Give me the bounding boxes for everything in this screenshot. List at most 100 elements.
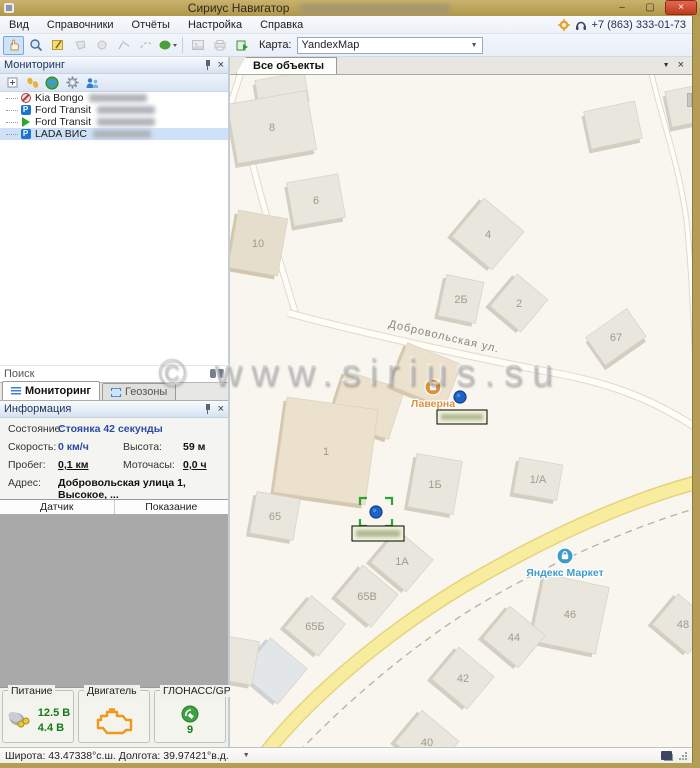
building-number: 42: [457, 673, 469, 685]
gps-legend: ГЛОНАСС/GPS: [160, 685, 241, 697]
vehicle-row-lada-vis[interactable]: P LADA ВИС: [0, 128, 228, 140]
monitoring-panel: Мониторинг ×: [0, 57, 230, 747]
tree-line: [6, 122, 18, 123]
tab-monitoring[interactable]: Мониторинг: [2, 381, 100, 400]
vehicle-offline-icon: [20, 93, 31, 104]
pin-panel-icon[interactable]: [204, 404, 212, 414]
hours-label: Моточасы:: [123, 459, 183, 471]
vehicle-row-ford-transit-2[interactable]: Ford Transit: [0, 116, 228, 128]
tree-line: [6, 98, 18, 99]
vehicle-marker-selected[interactable]: [352, 498, 404, 541]
value-column-header[interactable]: Показание: [115, 500, 229, 514]
close-button[interactable]: ×: [666, 1, 696, 14]
map-building: 10: [230, 210, 288, 280]
close-panel-icon[interactable]: ×: [218, 60, 224, 71]
building-number: 4: [485, 229, 491, 241]
vehicle-row-ford-transit-1[interactable]: P Ford Transit: [0, 104, 228, 116]
show-on-map-globe-icon[interactable]: [44, 75, 60, 90]
vehicle-parked-icon: P: [20, 105, 31, 116]
building-number: 65В: [357, 591, 377, 603]
close-panel-icon[interactable]: ×: [218, 404, 224, 415]
building-number: 44: [508, 632, 520, 644]
power-plug-icon: [6, 710, 32, 732]
map-building: 1: [270, 397, 378, 509]
list-icon: [11, 387, 21, 396]
geozone-color-button[interactable]: [157, 36, 178, 55]
edit-polyline-button[interactable]: [135, 36, 156, 55]
edit-polygon-button[interactable]: [113, 36, 134, 55]
export-button[interactable]: [231, 36, 252, 55]
zoom-tool-button[interactable]: [25, 36, 46, 55]
search-binoculars-icon[interactable]: [210, 369, 224, 379]
menu-spravka[interactable]: Справка: [251, 17, 312, 33]
drivers-icon[interactable]: [84, 75, 100, 90]
mileage-value[interactable]: 0,1 км: [58, 459, 113, 471]
building-number: 48: [677, 619, 689, 631]
map-tab-close-icon[interactable]: ×: [678, 59, 684, 71]
building-number: 10: [252, 238, 264, 250]
search-input[interactable]: [34, 367, 210, 381]
map-building: 2: [485, 272, 548, 335]
map-building: 42: [427, 645, 494, 712]
map-building: 65Б: [280, 594, 346, 659]
satellite-count: 9: [187, 724, 193, 736]
map-tab-all-objects[interactable]: Все объекты: [236, 57, 337, 74]
state-value: Стоянка 42 секунды: [58, 423, 163, 435]
geozone-icon: [111, 388, 121, 397]
tracks-icon[interactable]: [24, 75, 40, 90]
sensor-column-header[interactable]: Датчик: [0, 500, 115, 514]
building-number: 2: [516, 298, 522, 310]
power-legend: Питание: [8, 685, 55, 697]
save-image-button[interactable]: [187, 36, 208, 55]
building-number: 67: [610, 332, 622, 344]
power-gauge: Питание 12.5 В 4.4 В: [2, 690, 74, 743]
address-label: Адрес:: [8, 477, 58, 489]
window-title: Сириус Навигатор: [188, 1, 450, 15]
tab-geozones[interactable]: Геозоны: [102, 383, 176, 400]
print-button[interactable]: [209, 36, 230, 55]
map-building: 1Б: [404, 453, 462, 519]
menubar: Вид Справочники Отчёты Настройка Справка…: [0, 16, 692, 34]
map-scrollbar-stub[interactable]: [687, 93, 692, 107]
menu-otchety[interactable]: Отчёты: [123, 17, 179, 33]
vehicle-list-toolbar: [0, 74, 228, 92]
hours-value[interactable]: 0,0 ч: [183, 459, 207, 471]
sensors-table: Датчик Показание: [0, 499, 228, 688]
building-number: 1: [323, 446, 329, 458]
building-number: 65: [269, 511, 281, 523]
building-number: 40: [421, 737, 433, 747]
map-select-label: Карта:: [259, 39, 292, 51]
engine-icon: [93, 706, 135, 736]
tree-line: [6, 134, 18, 135]
pan-tool-button[interactable]: [3, 36, 24, 55]
redacted-plate: [97, 118, 155, 126]
resize-grip[interactable]: [678, 751, 687, 760]
edit-map-button[interactable]: [47, 36, 68, 55]
pin-panel-icon[interactable]: [204, 60, 212, 70]
maximize-button[interactable]: ▢: [638, 1, 662, 14]
settings-gear-icon[interactable]: [64, 75, 80, 90]
minimize-button[interactable]: –: [610, 1, 634, 14]
building-number: 65Б: [305, 621, 324, 633]
power-voltage-main: 12.5 В: [38, 707, 70, 719]
map-provider-select[interactable]: YandexMap ▼: [297, 37, 483, 54]
building-number: 6: [313, 195, 319, 207]
vehicle-list: Kia Bongo P Ford Transit Ford Transit: [0, 92, 228, 140]
state-label: Состояние:: [8, 423, 58, 435]
menu-vid[interactable]: Вид: [0, 17, 38, 33]
address-value: Добровольская улица 1, Высокое, ...: [58, 477, 220, 501]
map-viewport[interactable]: 861042Б2671651Б1/А1А65В65Б4644484240 Доб…: [230, 75, 692, 747]
building-number: 1Б: [428, 479, 441, 491]
menu-nastroika[interactable]: Настройка: [179, 17, 251, 33]
app-window: Вид Справочники Отчёты Настройка Справка…: [0, 16, 693, 763]
add-geozone-button[interactable]: [69, 36, 90, 55]
redacted-plate: [93, 130, 151, 138]
map-tab-dropdown-icon[interactable]: ▼: [663, 62, 670, 69]
move-geozone-button[interactable]: [91, 36, 112, 55]
vehicle-row-kia-bongo[interactable]: Kia Bongo: [0, 92, 228, 104]
menu-spravochniki[interactable]: Справочники: [38, 17, 123, 33]
left-panel-tabs: Мониторинг Геозоны: [0, 382, 228, 401]
chevron-down-icon: ▼: [471, 42, 478, 49]
expand-all-icon[interactable]: [4, 75, 20, 90]
statusbar-dropdown-icon[interactable]: ▼: [243, 752, 250, 759]
